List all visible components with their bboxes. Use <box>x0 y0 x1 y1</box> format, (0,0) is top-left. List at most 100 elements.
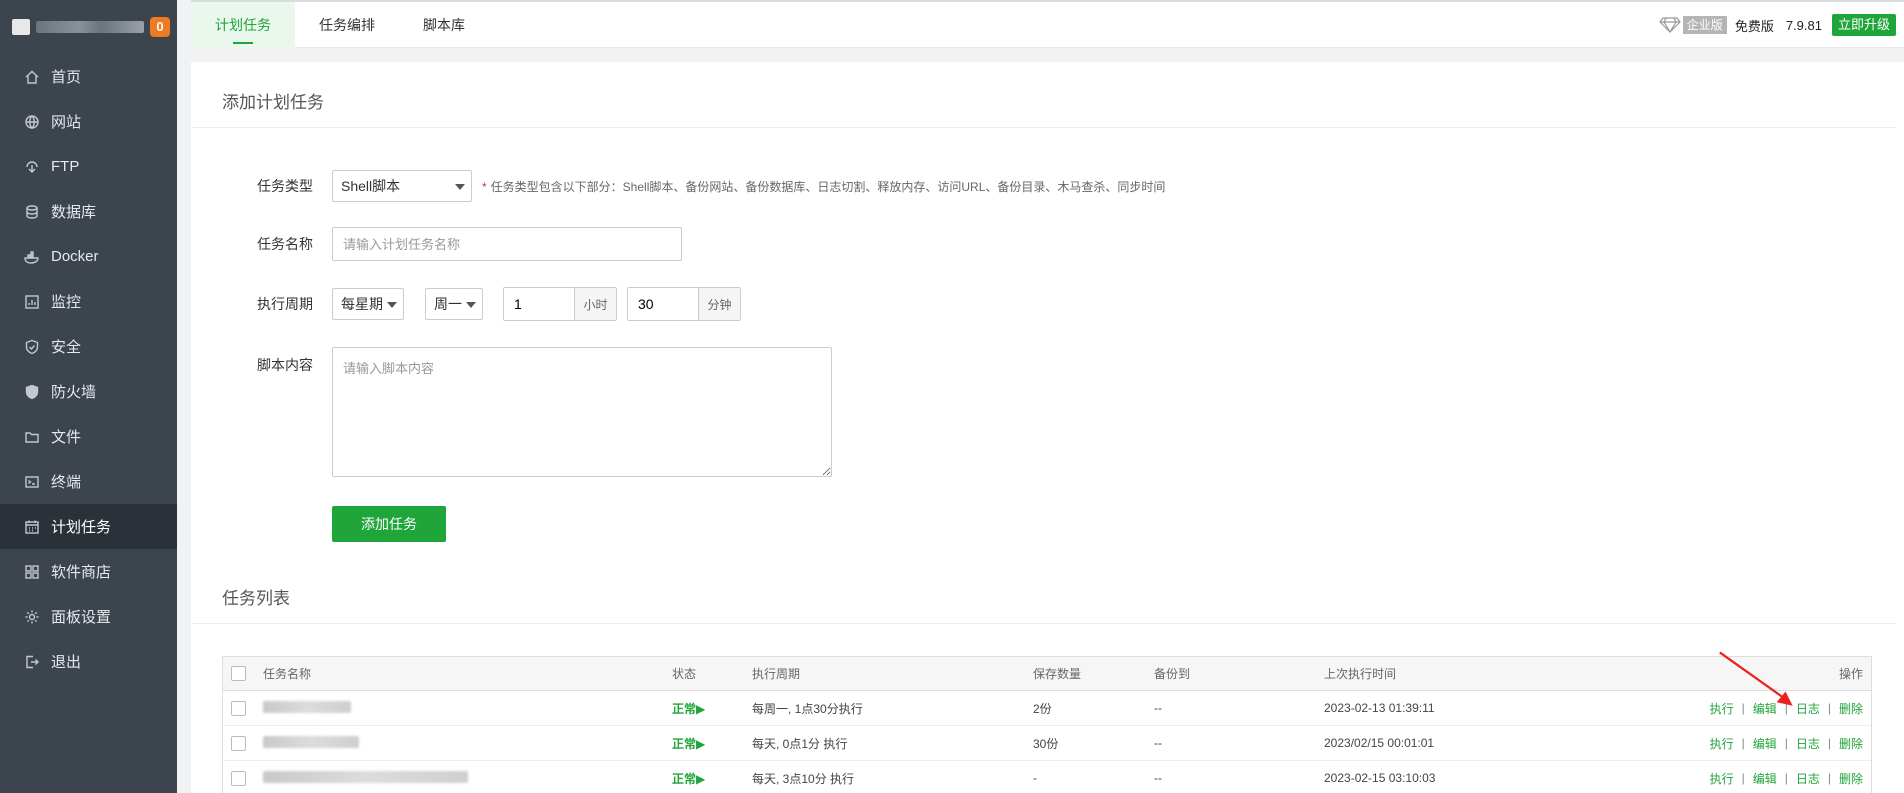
sidebar-item-docker[interactable]: Docker <box>0 234 177 279</box>
row-keep: 30份 <box>1033 736 1059 751</box>
diamond-icon[interactable] <box>1659 16 1681 34</box>
upgrade-button[interactable]: 立即升级 <box>1831 14 1896 36</box>
delete-link[interactable]: 删除 <box>1839 770 1863 787</box>
database-icon <box>24 204 40 220</box>
status-badge[interactable]: 正常▶ <box>672 735 705 752</box>
sidebar-item-security[interactable]: 安全 <box>0 324 177 369</box>
row-backup: -- <box>1154 736 1162 750</box>
ftp-icon <box>24 159 40 175</box>
sidebar-item-label: 网站 <box>51 114 82 131</box>
task-name-label: 任务名称 <box>257 236 313 252</box>
settings-icon <box>24 609 40 625</box>
log-link[interactable]: 日志 <box>1796 735 1820 752</box>
submit-row: 添加任务 <box>332 506 446 542</box>
sidebar-item-terminal[interactable]: 终端 <box>0 459 177 504</box>
edit-link[interactable]: 编辑 <box>1753 735 1777 752</box>
table-row: 正常▶ 每周一, 1点30分执行 2份 -- 2023-02-13 01:39:… <box>223 691 1871 726</box>
row-checkbox[interactable] <box>231 700 246 716</box>
task-name-redacted[interactable] <box>263 700 351 716</box>
task-type-hint: * 任务类型包含以下部分：Shell脚本、备份网站、备份数据库、日志切割、释放内存… <box>482 178 1165 195</box>
required-star: * <box>482 179 487 194</box>
brand-name-redacted <box>36 21 144 33</box>
sidebar-item-files[interactable]: 文件 <box>0 414 177 459</box>
notification-badge[interactable]: 0 <box>150 17 170 37</box>
main-panel: 添加计划任务 任务类型 Shell脚本 * 任务类型包含以下部分：Shell脚本、… <box>191 62 1904 793</box>
header-ops: 操作 <box>1838 667 1863 681</box>
delete-link[interactable]: 删除 <box>1839 700 1863 717</box>
tab-orchestration[interactable]: 任务编排 <box>295 2 399 48</box>
row-ops: 执行 | 编辑 | 日志 | 删除 <box>1709 770 1863 787</box>
task-name-redacted[interactable] <box>263 735 359 751</box>
terminal-icon <box>24 474 40 490</box>
brand-logo <box>12 19 30 35</box>
sidebar-item-website[interactable]: 网站 <box>0 99 177 144</box>
sidebar-item-monitor[interactable]: 监控 <box>0 279 177 324</box>
table-header: 任务名称 状态 执行周期 保存数量 备份到 上次执行时间 操作 <box>223 657 1871 691</box>
logout-icon <box>24 654 40 670</box>
select-all-checkbox[interactable] <box>231 666 246 681</box>
top-right-bar: 企业版 免费版 7.9.81 立即升级 <box>1659 2 1896 48</box>
chevron-down-icon <box>387 302 397 308</box>
run-link[interactable]: 执行 <box>1710 700 1734 717</box>
sidebar-item-label: 文件 <box>51 429 82 446</box>
row-checkbox[interactable] <box>231 770 246 786</box>
script-row: 脚本内容 <box>191 347 832 477</box>
tab-script-library[interactable]: 脚本库 <box>399 2 489 48</box>
sidebar-item-database[interactable]: 数据库 <box>0 189 177 234</box>
sidebar-item-label: 数据库 <box>51 204 97 221</box>
hour-input[interactable] <box>504 288 574 320</box>
sidebar-item-label: 计划任务 <box>51 519 112 536</box>
enterprise-badge[interactable]: 企业版 <box>1682 16 1727 34</box>
delete-link[interactable]: 删除 <box>1839 735 1863 752</box>
tab-cron[interactable]: 计划任务 <box>191 1 295 48</box>
status-badge[interactable]: 正常▶ <box>672 770 705 787</box>
run-link[interactable]: 执行 <box>1710 735 1734 752</box>
sidebar-item-cron[interactable]: 计划任务 <box>0 504 177 549</box>
row-last-run: 2023-02-15 03:10:03 <box>1324 771 1436 785</box>
task-name-input[interactable] <box>332 227 682 261</box>
sidebar-menu: 首页 网站 FTP 数据库 Docker 监控 安全 防火墙 文件 终端 计划任… <box>0 54 177 684</box>
sidebar-item-ftp[interactable]: FTP <box>0 144 177 189</box>
header-period: 执行周期 <box>752 667 801 681</box>
script-textarea[interactable] <box>332 347 832 477</box>
globe-icon <box>24 114 40 130</box>
sidebar-item-store[interactable]: 软件商店 <box>0 549 177 594</box>
header-name: 任务名称 <box>263 667 312 681</box>
header-status: 状态 <box>672 667 697 681</box>
brand: 0 <box>0 0 177 54</box>
period-type-value: 每星期 <box>341 296 383 312</box>
run-link[interactable]: 执行 <box>1710 770 1734 787</box>
task-type-hint-text: 任务类型包含以下部分：Shell脚本、备份网站、备份数据库、日志切割、释放内存、… <box>490 179 1166 194</box>
row-checkbox[interactable] <box>231 735 246 751</box>
script-label: 脚本内容 <box>257 357 313 373</box>
sidebar-item-label: FTP <box>51 158 80 175</box>
minute-input[interactable] <box>628 288 698 320</box>
sidebar-item-label: 退出 <box>51 654 82 671</box>
status-badge[interactable]: 正常▶ <box>672 700 705 717</box>
period-type-select[interactable]: 每星期 <box>332 288 404 320</box>
sidebar-item-label: Docker <box>51 248 99 265</box>
sidebar-item-panel-settings[interactable]: 面板设置 <box>0 594 177 639</box>
task-type-row: 任务类型 Shell脚本 * 任务类型包含以下部分：Shell脚本、备份网站、备份… <box>191 170 1165 202</box>
free-edition-label: 免费版 <box>1734 18 1774 34</box>
edit-link[interactable]: 编辑 <box>1753 770 1777 787</box>
table-row: 正常▶ 每天, 3点10分 执行 - -- 2023-02-15 03:10:0… <box>223 761 1871 793</box>
log-link[interactable]: 日志 <box>1796 700 1820 717</box>
minute-unit: 分钟 <box>698 288 740 320</box>
task-name-redacted[interactable] <box>263 770 468 786</box>
row-period: 每周一, 1点30分执行 <box>752 701 863 716</box>
log-link[interactable]: 日志 <box>1796 770 1820 787</box>
sidebar-item-logout[interactable]: 退出 <box>0 639 177 684</box>
task-type-select[interactable]: Shell脚本 <box>332 170 472 202</box>
sidebar-item-home[interactable]: 首页 <box>0 54 177 99</box>
edit-link[interactable]: 编辑 <box>1753 700 1777 717</box>
monitor-icon <box>24 294 40 310</box>
version-label[interactable]: 7.9.81 <box>1786 18 1822 33</box>
add-task-button[interactable]: 添加任务 <box>332 506 446 542</box>
sidebar-item-firewall[interactable]: 防火墙 <box>0 369 177 414</box>
sidebar: 0 首页 网站 FTP 数据库 Docker 监控 安全 防火墙 文件 终端 计… <box>0 0 177 793</box>
sidebar-item-label: 终端 <box>51 474 82 491</box>
sidebar-item-label: 安全 <box>51 339 82 356</box>
home-icon <box>24 69 40 85</box>
weekday-select[interactable]: 周一 <box>425 288 483 320</box>
